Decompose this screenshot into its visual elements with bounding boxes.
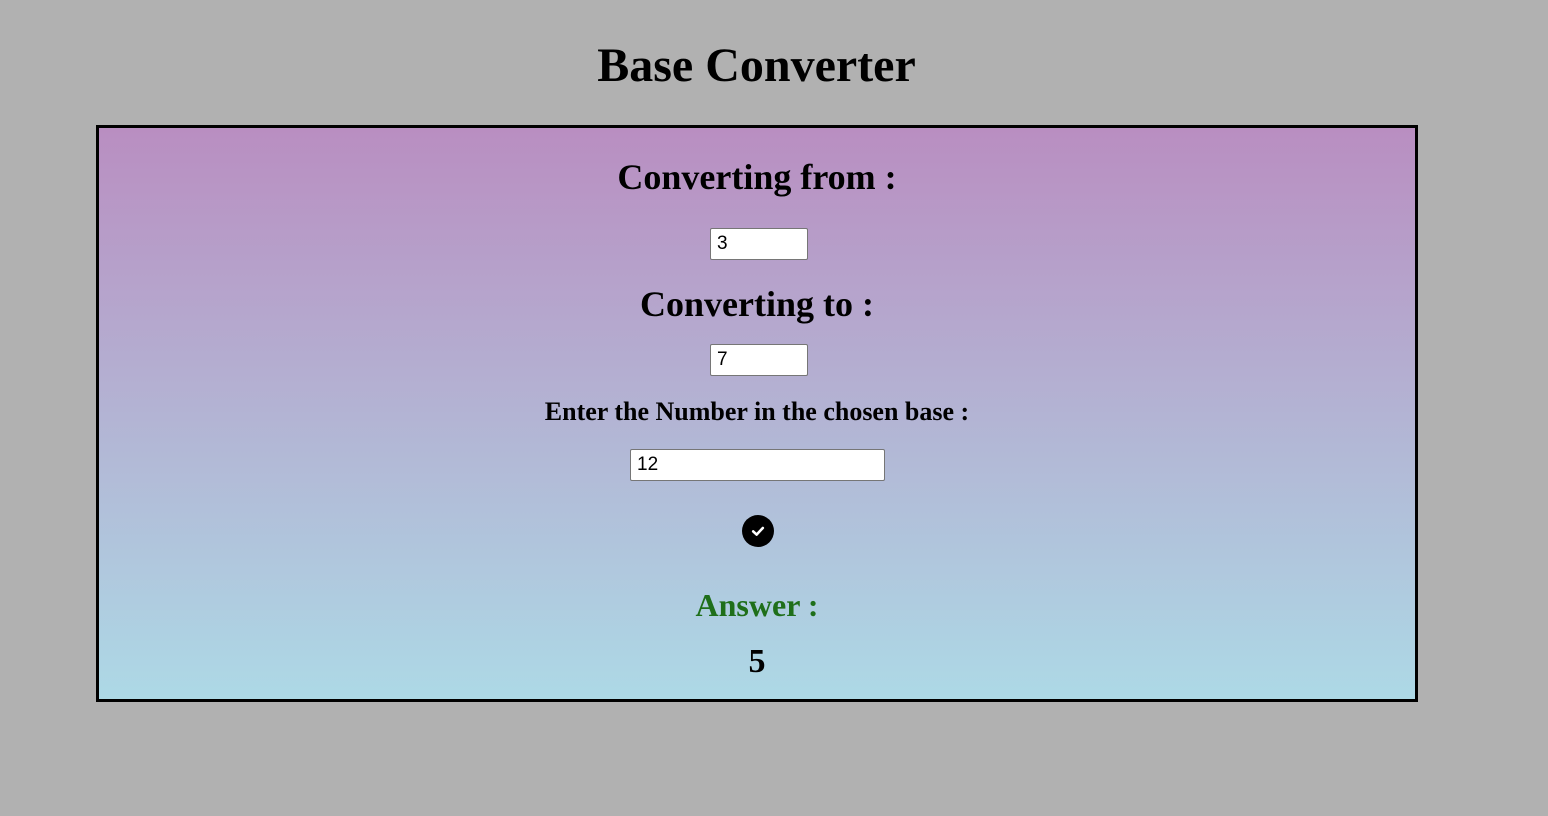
convert-button[interactable] <box>742 515 774 547</box>
number-label: Enter the Number in the chosen base : <box>544 397 970 426</box>
converter-panel: Converting from : Converting to : Enter … <box>96 125 1418 702</box>
from-base-input[interactable] <box>710 228 808 260</box>
answer-label: Answer : <box>695 587 819 623</box>
to-base-input[interactable] <box>710 344 808 376</box>
answer-value: 5 <box>748 643 766 680</box>
number-input[interactable] <box>630 449 885 481</box>
page-title: Base Converter <box>597 39 916 92</box>
check-circle-icon <box>750 523 766 539</box>
to-base-label: Converting to : <box>640 284 874 324</box>
from-base-label: Converting from : <box>617 157 897 197</box>
